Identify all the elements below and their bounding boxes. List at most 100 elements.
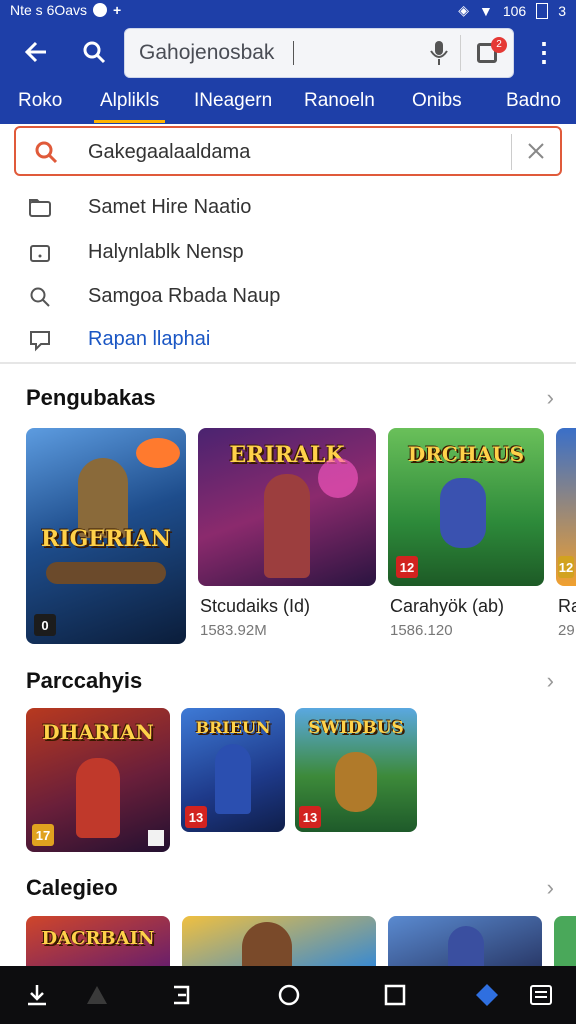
suggestion-item[interactable]: Rapan llaphai	[0, 318, 576, 362]
status-text: Nte s 6Oavs	[10, 2, 88, 18]
hero-figure	[76, 758, 120, 838]
app-tile[interactable]	[554, 916, 576, 966]
grid-icon	[148, 830, 164, 846]
lightning-glow	[318, 458, 358, 498]
app-tile[interactable]	[182, 916, 376, 966]
age-badge: 17	[32, 824, 54, 846]
app-art-title: DACRBAIN	[41, 928, 155, 949]
app-size: 29	[558, 622, 575, 639]
section-title: Pengubakas	[26, 385, 156, 410]
tab-roko[interactable]: Roko	[18, 90, 62, 112]
suggestion-item[interactable]: Halynlablk Nensp	[0, 231, 576, 275]
search-icon	[35, 141, 58, 164]
age-badge: 12	[558, 556, 574, 578]
top-app-bar: Nte s 6Oavs + ◈ ▼ 106 3 Gahojenosbak 2 ⋮	[0, 0, 576, 124]
nav-circle-button[interactable]	[274, 980, 304, 1010]
home-icon	[87, 986, 107, 1004]
suggestion-link[interactable]: Rapan llaphai	[88, 328, 210, 351]
app-tile[interactable]: ERIRALK	[198, 428, 376, 586]
chevron-right-icon[interactable]: ›	[547, 875, 554, 901]
status-bar: Nte s 6Oavs + ◈ ▼ 106 3	[0, 0, 576, 22]
chevron-right-icon[interactable]: ›	[547, 385, 554, 411]
app-art-title: RIGERIAN	[41, 526, 171, 552]
hero-figure	[242, 922, 292, 966]
app-tile[interactable]: 12	[556, 428, 576, 586]
age-badge: 0	[34, 614, 56, 636]
separator	[511, 134, 512, 170]
bottom-navigation	[0, 966, 576, 1024]
clear-button[interactable]	[524, 139, 548, 163]
sim-indicator: 3	[558, 2, 566, 19]
app-tile[interactable]: RIGERIAN 0	[26, 428, 186, 644]
tab-ranoeln[interactable]: Ranoeln	[304, 90, 375, 112]
nav-home-button[interactable]	[82, 980, 112, 1010]
plus-icon: +	[113, 2, 122, 18]
notification-badge: 2	[491, 37, 507, 53]
mic-icon	[430, 41, 448, 65]
apps-icon	[174, 985, 190, 1005]
back-arrow-icon	[24, 41, 46, 63]
nav-square-button[interactable]	[380, 980, 410, 1010]
battery-level: 106	[502, 2, 527, 19]
nav-menu-button[interactable]	[526, 980, 556, 1010]
age-badge: 13	[299, 806, 321, 828]
suggestion-item[interactable]: Samgoa Rbada Naup	[0, 275, 576, 319]
check-icon	[93, 3, 108, 17]
hero-figure	[335, 752, 377, 812]
more-options-button[interactable]: ⋮	[526, 34, 562, 70]
app-name: Stcudaiks (Id)	[200, 596, 311, 616]
app-art-title: BRIEUN	[195, 718, 271, 737]
search-placeholder: Gahojenosbak	[139, 41, 275, 64]
app-tile[interactable]: DHARIAN 17	[26, 708, 170, 852]
circle-icon	[278, 984, 300, 1006]
category-tabs: Roko Alplikls INeagern Ranoeln Onibs Bad…	[0, 84, 576, 124]
app-name: Carahyök (ab)	[390, 596, 505, 616]
search-icon	[30, 287, 50, 307]
folder-icon	[29, 199, 51, 217]
nav-apps-button[interactable]	[166, 980, 196, 1010]
suggestion-item[interactable]: Samet Hire Naatio	[0, 186, 576, 230]
wifi-icon: ▼	[478, 2, 493, 19]
query-input[interactable]: Gakegaalaaldama	[14, 126, 562, 176]
notifications-button[interactable]: 2	[475, 37, 507, 67]
character-row	[46, 562, 166, 584]
location-icon: ◈	[458, 2, 469, 18]
app-size: 1583.92M	[200, 622, 267, 639]
app-tile[interactable]: DRCHAUS 12	[388, 428, 544, 586]
chevron-right-icon[interactable]: ›	[547, 668, 554, 694]
search-input[interactable]: Gahojenosbak 2	[124, 28, 514, 78]
tab-onibs[interactable]: Onibs	[412, 90, 462, 112]
mic-button[interactable]	[427, 39, 451, 67]
search-button[interactable]	[76, 34, 112, 70]
app-art-title: SWIDBUS	[308, 718, 404, 738]
nav-download-button[interactable]	[22, 980, 52, 1010]
separator	[460, 35, 461, 71]
section-title: Calegieo	[26, 875, 118, 900]
tab-badno[interactable]: Badno	[506, 90, 561, 112]
app-art-title: DHARIAN	[42, 720, 154, 744]
app-tile[interactable]: DACRBAIN	[26, 916, 170, 966]
chat-icon	[30, 331, 50, 352]
hero-figure	[448, 926, 484, 966]
divider	[0, 362, 576, 364]
nav-diamond-button[interactable]	[472, 980, 502, 1010]
app-tile[interactable]	[388, 916, 542, 966]
search-icon	[83, 41, 106, 64]
hero-figure	[215, 744, 251, 814]
app-tile[interactable]: BRIEUN 13	[181, 708, 285, 832]
square-icon	[384, 984, 406, 1006]
suggestion-label: Halynlablk Nensp	[88, 241, 244, 263]
app-tile[interactable]: SWIDBUS 13	[295, 708, 417, 832]
back-button[interactable]	[18, 34, 54, 70]
app-art-title: DRCHAUS	[407, 442, 525, 466]
section-title: Parccahyis	[26, 668, 143, 693]
tag-icon	[30, 245, 50, 262]
age-badge: 12	[396, 556, 418, 578]
tab-alplikls[interactable]: Alplikls	[93, 90, 166, 123]
suggestion-label: Samgoa Rbada Naup	[88, 285, 281, 307]
tab-ineagern[interactable]: INeagern	[194, 90, 272, 112]
query-text: Gakegaalaaldama	[88, 141, 251, 163]
app-size: 1586.120	[390, 622, 453, 639]
age-badge: 13	[185, 806, 207, 828]
hero-figure	[440, 478, 486, 548]
